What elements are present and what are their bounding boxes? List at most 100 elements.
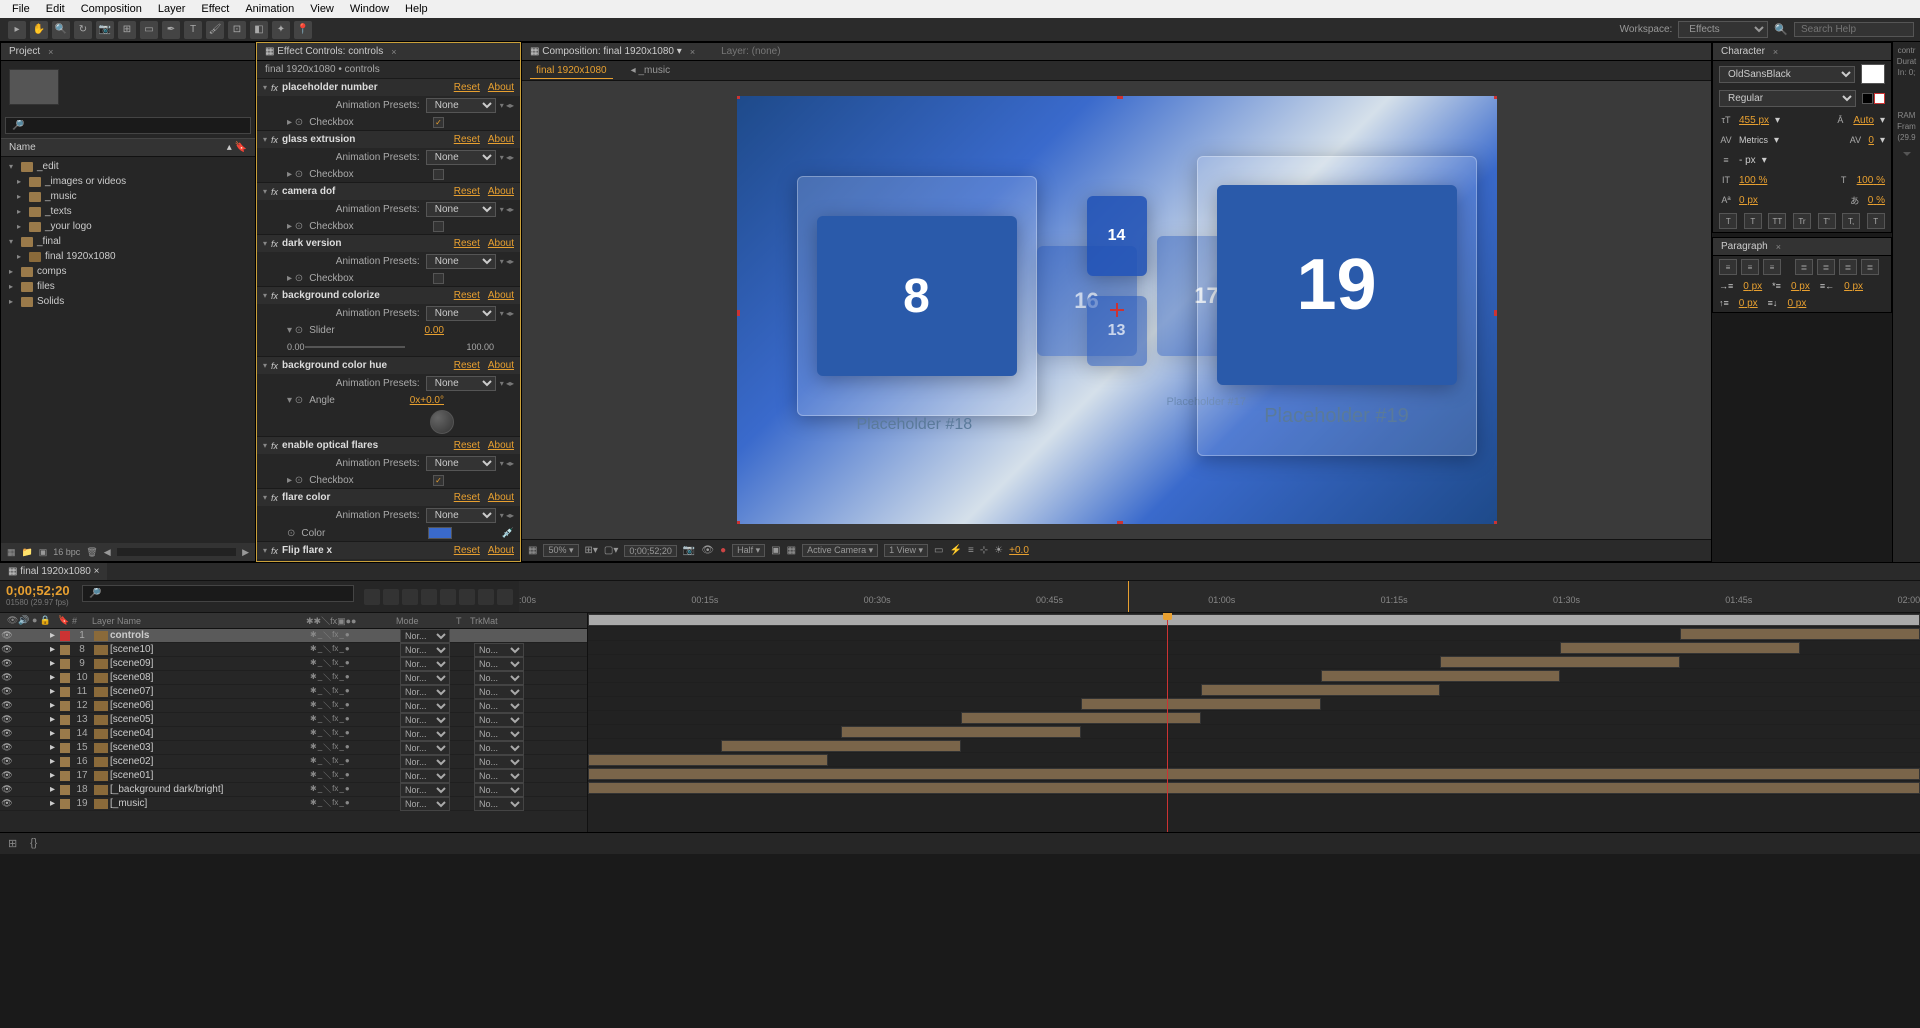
puppet-tool-icon[interactable]: 📍 — [294, 21, 312, 39]
timeline-search-input[interactable] — [82, 585, 354, 602]
viewer-area[interactable]: 8 Placeholder #18 16 14 13 17 Placeholde… — [522, 81, 1711, 539]
indent-first-value[interactable]: 0 px — [1791, 281, 1810, 292]
text-style-button-4[interactable]: T' — [1818, 213, 1836, 229]
slider-track[interactable] — [305, 346, 405, 348]
resolution-select[interactable]: Half ▾ — [732, 544, 765, 557]
layer-bar[interactable] — [588, 754, 828, 766]
effect-Flip-flare-x[interactable]: ▾fxFlip flare xResetAbout — [257, 542, 520, 559]
label-color[interactable] — [60, 701, 70, 711]
timeline-icon[interactable]: ≡ — [968, 545, 974, 556]
blend-mode-select[interactable]: Nor... — [400, 769, 450, 783]
layer-bar[interactable] — [1321, 670, 1561, 682]
trkmat-select[interactable]: No... — [474, 685, 524, 699]
visibility-icon[interactable]: 👁 — [0, 742, 14, 753]
presets-select[interactable]: None — [426, 456, 496, 471]
trkmat-select[interactable]: No... — [474, 727, 524, 741]
layer-bar[interactable] — [1560, 642, 1800, 654]
visibility-icon[interactable]: 👁 — [0, 770, 14, 781]
reset-link[interactable]: Reset — [454, 360, 480, 371]
menu-layer[interactable]: Layer — [150, 3, 194, 15]
layer-bar[interactable] — [588, 614, 1920, 626]
blend-mode-select[interactable]: Nor... — [400, 797, 450, 811]
trkmat-select[interactable]: No... — [474, 741, 524, 755]
font-style-select[interactable]: Regular — [1719, 90, 1856, 107]
align-center-button[interactable]: ≡ — [1741, 259, 1759, 275]
justify-left-button[interactable]: ≣ — [1795, 259, 1813, 275]
trkmat-select[interactable]: No... — [474, 713, 524, 727]
selection-handle[interactable] — [1117, 521, 1123, 524]
flowchart-icon[interactable]: ⊹ — [980, 545, 988, 556]
visibility-icon[interactable]: 👁 — [0, 672, 14, 683]
label-color[interactable] — [60, 799, 70, 809]
presets-select[interactable]: None — [426, 150, 496, 165]
presets-select[interactable]: None — [426, 202, 496, 217]
visibility-icon[interactable]: 👁 — [0, 700, 14, 711]
text-style-button-5[interactable]: T, — [1842, 213, 1860, 229]
baseline-value[interactable]: 0 px — [1739, 195, 1758, 206]
about-link[interactable]: About — [488, 545, 514, 556]
presets-select[interactable]: None — [426, 254, 496, 269]
project-tab[interactable]: Project — [9, 46, 40, 57]
blend-mode-select[interactable]: Nor... — [400, 643, 450, 657]
no-color-swatch[interactable] — [1874, 93, 1885, 104]
trkmat-select[interactable]: No... — [474, 671, 524, 685]
label-color[interactable] — [60, 715, 70, 725]
effect-placeholder-number[interactable]: ▾fxplaceholder numberResetAbout — [257, 79, 520, 96]
fx-badge[interactable]: fx — [332, 714, 338, 725]
visibility-icon[interactable]: 👁 — [0, 686, 14, 697]
pixel-aspect-icon[interactable]: ▭ — [934, 545, 943, 556]
layer-row-8[interactable]: 👁▸8[scene10]✱_＼fx_●Nor...No... — [0, 643, 587, 657]
fx-badge[interactable]: fx — [332, 672, 338, 683]
label-color[interactable] — [60, 673, 70, 683]
layer-bar[interactable] — [1201, 684, 1441, 696]
composition-canvas[interactable]: 8 Placeholder #18 16 14 13 17 Placeholde… — [737, 96, 1497, 524]
playhead[interactable] — [1167, 613, 1168, 832]
effect-glass-extrusion[interactable]: ▾fxglass extrusionResetAbout — [257, 131, 520, 148]
new-folder-icon[interactable]: 📁 — [22, 547, 33, 558]
layer-row-16[interactable]: 👁▸16[scene02]✱_＼fx_●Nor...No... — [0, 755, 587, 769]
layer-row-13[interactable]: 👁▸13[scene05]✱_＼fx_●Nor...No... — [0, 713, 587, 727]
close-icon[interactable]: × — [1776, 242, 1781, 252]
roto-tool-icon[interactable]: ✦ — [272, 21, 290, 39]
presets-select[interactable]: None — [426, 98, 496, 113]
checkbox[interactable]: ✓ — [433, 117, 444, 128]
about-link[interactable]: About — [488, 186, 514, 197]
label-color[interactable] — [60, 729, 70, 739]
tree-item--final[interactable]: ▾_final — [1, 234, 255, 249]
reset-link[interactable]: Reset — [454, 238, 480, 249]
col-layer-name[interactable]: Layer Name — [92, 616, 306, 626]
label-color[interactable] — [60, 771, 70, 781]
label-color[interactable] — [60, 785, 70, 795]
tree-item-Solids[interactable]: ▸Solids — [1, 294, 255, 309]
selection-handle[interactable] — [1117, 96, 1123, 99]
motion-blur-icon[interactable] — [440, 589, 456, 605]
selection-handle[interactable] — [1494, 310, 1497, 316]
visibility-icon[interactable]: 👁 — [0, 798, 14, 809]
timeline-tab[interactable]: ▦ final 1920x1080 × — [0, 563, 107, 580]
tree-item-comps[interactable]: ▸comps — [1, 264, 255, 279]
fx-badge[interactable]: fx — [332, 728, 338, 739]
about-link[interactable]: About — [488, 492, 514, 503]
pen-tool-icon[interactable]: ✒ — [162, 21, 180, 39]
project-search-input[interactable] — [5, 117, 251, 134]
grid-icon[interactable]: ⊞▾ — [585, 545, 598, 556]
fx-badge[interactable]: fx — [332, 770, 338, 781]
blend-mode-select[interactable]: Nor... — [400, 741, 450, 755]
about-link[interactable]: About — [488, 290, 514, 301]
hand-tool-icon[interactable]: ✋ — [30, 21, 48, 39]
layer-bar[interactable] — [1081, 698, 1321, 710]
brush-tool-icon[interactable]: 🖌 — [206, 21, 224, 39]
justify-all-button[interactable]: ≣ — [1861, 259, 1879, 275]
graph-editor-icon[interactable] — [497, 589, 513, 605]
menu-window[interactable]: Window — [342, 3, 397, 15]
camera-tool-icon[interactable]: 📷 — [96, 21, 114, 39]
layer-row-17[interactable]: 👁▸17[scene01]✱_＼fx_●Nor...No... — [0, 769, 587, 783]
viewer-comp-tab[interactable]: ▦ Composition: final 1920x1080 ▾ — [530, 46, 682, 57]
eraser-tool-icon[interactable]: ◧ — [250, 21, 268, 39]
selection-tool-icon[interactable]: ▸ — [8, 21, 26, 39]
fx-badge[interactable]: fx — [332, 644, 338, 655]
info-panel-collapsed[interactable]: contr — [1898, 46, 1916, 55]
fx-badge[interactable]: fx — [332, 686, 338, 697]
comp-mini-flowchart-icon[interactable] — [364, 589, 380, 605]
presets-select[interactable]: None — [426, 306, 496, 321]
